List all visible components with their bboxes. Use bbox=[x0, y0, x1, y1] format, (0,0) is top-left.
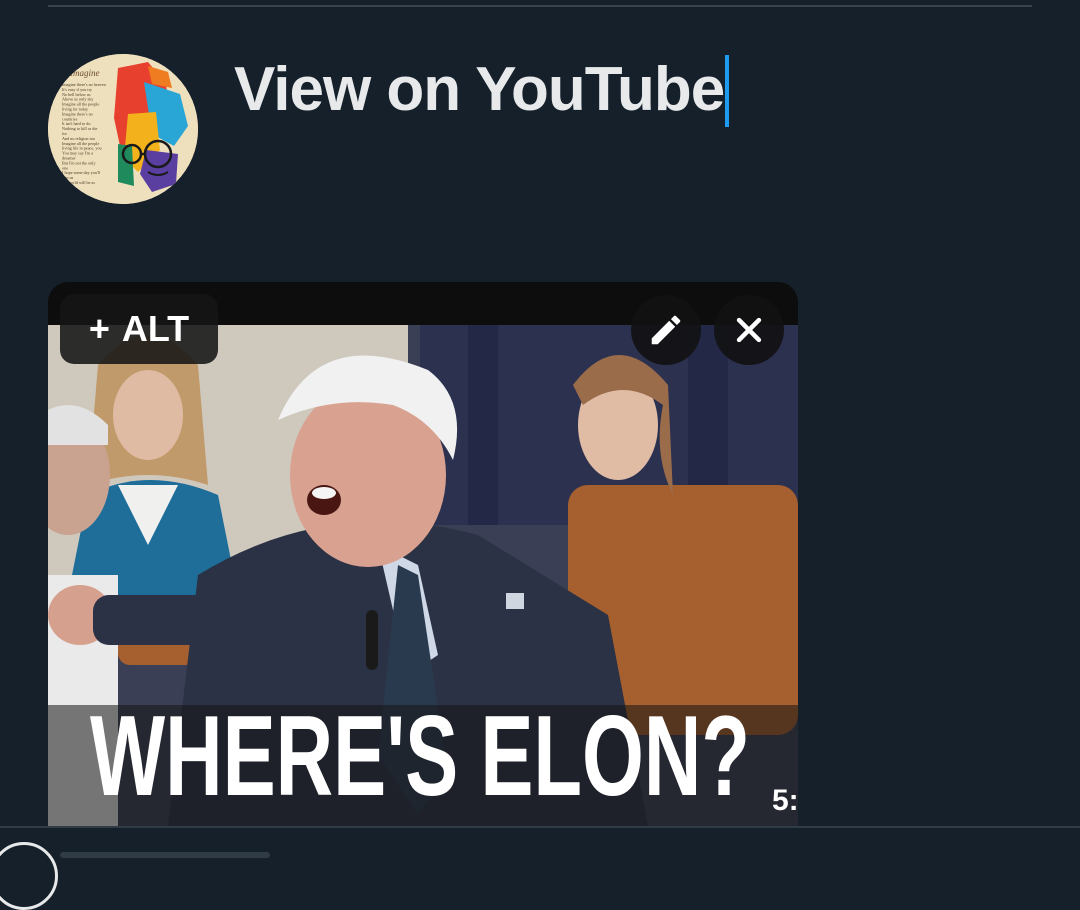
close-icon bbox=[736, 317, 762, 343]
edit-media-button[interactable] bbox=[631, 295, 701, 365]
video-duration: 5: bbox=[772, 784, 798, 817]
remove-media-button[interactable] bbox=[714, 295, 784, 365]
post-composer-text[interactable]: View on YouTube bbox=[234, 55, 730, 127]
video-thumbnail[interactable]: WHERE'S ELON? 5: bbox=[48, 325, 798, 826]
top-divider bbox=[48, 5, 1032, 7]
thumbnail-caption: WHERE'S ELON? bbox=[90, 693, 750, 820]
next-avatar[interactable] bbox=[0, 842, 58, 910]
avatar-lyric-line: Nothing to kill or die bbox=[62, 126, 98, 131]
avatar[interactable]: Imagine Imagine there's no heaven It's ea… bbox=[48, 54, 198, 204]
add-alt-text-button[interactable]: + ALT bbox=[60, 294, 218, 364]
alt-button-label: ALT bbox=[121, 308, 190, 349]
avatar-lyric-line: the world will be as bbox=[62, 180, 95, 185]
text-caret bbox=[725, 55, 730, 127]
avatar-title: Imagine bbox=[69, 68, 100, 78]
bottom-divider bbox=[0, 826, 1080, 828]
plus-icon: + bbox=[88, 308, 110, 349]
pencil-icon bbox=[651, 315, 681, 345]
next-item-placeholder bbox=[60, 852, 270, 858]
composer-text-content: View on YouTube bbox=[234, 55, 725, 124]
avatar-artwork: Imagine Imagine there's no heavenIt's ea… bbox=[48, 54, 198, 204]
attached-media-card: WHERE'S ELON? 5: + ALT bbox=[48, 282, 798, 826]
